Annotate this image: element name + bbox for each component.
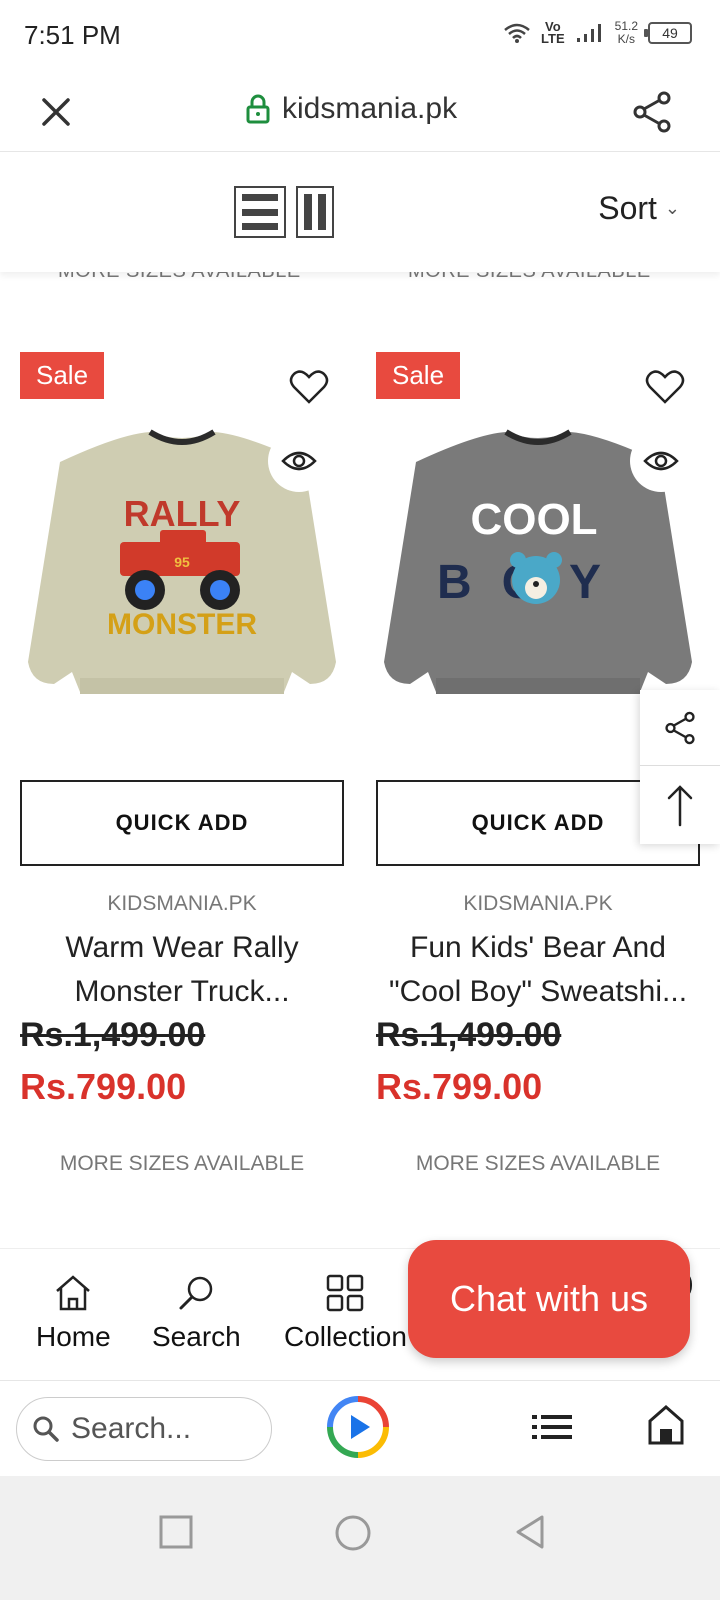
browser-search-input[interactable]: Search... bbox=[16, 1397, 272, 1461]
floating-side-widget bbox=[640, 690, 720, 844]
compare-price: Rs.1,499.00 bbox=[376, 1016, 562, 1054]
android-nav-bar bbox=[0, 1476, 720, 1600]
signal-icon bbox=[576, 24, 601, 42]
product-vendor: KIDSMANIA.PK bbox=[463, 892, 613, 915]
sale-price: Rs.799.00 bbox=[20, 1066, 187, 1107]
heart-icon[interactable] bbox=[644, 366, 686, 408]
nav-home[interactable]: Home bbox=[36, 1273, 111, 1353]
nav-collection-label: Collection bbox=[284, 1321, 407, 1352]
net-speed: 51.2 K/s bbox=[615, 20, 638, 46]
wifi-icon bbox=[504, 23, 530, 43]
back-icon[interactable] bbox=[512, 1514, 548, 1550]
url-text: kidsmania.pk bbox=[282, 92, 458, 125]
chat-with-us-button[interactable]: Chat with us bbox=[408, 1240, 690, 1358]
share-icon[interactable] bbox=[640, 690, 720, 766]
more-sizes-label: MORE SIZES AVAILABLE bbox=[415, 1152, 661, 1175]
lock-icon bbox=[246, 94, 270, 124]
home-icon[interactable] bbox=[646, 1403, 686, 1447]
play-icon[interactable] bbox=[326, 1395, 390, 1459]
collection-toolbar: Sort ⌄ bbox=[0, 152, 720, 272]
graphic-text-bottom: MONSTER bbox=[107, 608, 257, 641]
graphic-number: 95 bbox=[174, 554, 190, 570]
volte-indicator: Vo LTE bbox=[541, 20, 565, 46]
sale-price: Rs.799.00 bbox=[376, 1066, 543, 1107]
browser-url-bar: kidsmania.pk bbox=[0, 72, 720, 152]
graphic-text-top: COOL bbox=[470, 495, 597, 544]
sale-badge: Sale bbox=[376, 352, 461, 399]
compare-price: Rs.1,499.00 bbox=[20, 1016, 206, 1054]
share-icon[interactable] bbox=[628, 88, 676, 136]
heart-icon[interactable] bbox=[288, 366, 330, 408]
sort-label: Sort bbox=[598, 190, 657, 226]
volte-bottom: LTE bbox=[541, 31, 565, 46]
grid-icon bbox=[327, 1274, 364, 1312]
search-icon bbox=[179, 1276, 213, 1310]
home-circle-icon[interactable] bbox=[334, 1514, 372, 1552]
sale-badge: Sale bbox=[20, 352, 105, 399]
nav-search[interactable]: Search bbox=[152, 1273, 241, 1353]
quick-add-button[interactable]: QUICK ADD bbox=[20, 780, 344, 866]
menu-list-icon[interactable] bbox=[530, 1407, 574, 1447]
status-icons: Vo LTE 51.2 K/s 49 bbox=[503, 20, 692, 46]
grid-view-button[interactable] bbox=[296, 186, 334, 238]
battery-icon: 49 bbox=[644, 22, 692, 44]
status-bar: 7:51 PM Vo LTE 51.2 K/s 49 bbox=[0, 0, 720, 72]
nav-collection[interactable]: Collection bbox=[284, 1273, 407, 1353]
sort-dropdown[interactable]: Sort ⌄ bbox=[598, 190, 680, 227]
more-sizes-label: MORE SIZES AVAILABLE bbox=[59, 1152, 305, 1175]
arrow-up-icon[interactable] bbox=[640, 767, 720, 843]
eye-icon[interactable] bbox=[630, 430, 692, 492]
recents-icon[interactable] bbox=[158, 1514, 194, 1550]
product-grid: MORE SIZES AVAILABLE MORE SIZES AVAILABL… bbox=[0, 260, 720, 1260]
eye-icon[interactable] bbox=[268, 430, 330, 492]
product-vendor: KIDSMANIA.PK bbox=[107, 892, 257, 915]
nav-search-label: Search bbox=[152, 1321, 241, 1352]
net-speed-unit: K/s bbox=[617, 32, 635, 46]
list-view-button[interactable] bbox=[234, 186, 286, 238]
browser-search-placeholder: Search... bbox=[71, 1412, 192, 1445]
product-title[interactable]: Warm Wear Rally Monster Truck... bbox=[20, 926, 344, 1014]
browser-bottom-bar: Search... bbox=[0, 1380, 720, 1476]
url-display[interactable]: kidsmania.pk bbox=[246, 92, 457, 126]
search-icon bbox=[33, 1416, 59, 1442]
graphic-text-top: RALLY bbox=[124, 493, 241, 534]
status-time: 7:51 PM bbox=[24, 20, 121, 50]
close-icon[interactable] bbox=[34, 90, 78, 134]
nav-home-label: Home bbox=[36, 1321, 111, 1352]
product-title[interactable]: Fun Kids' Bear And "Cool Boy" Sweatshi..… bbox=[376, 926, 700, 1014]
chevron-down-icon: ⌄ bbox=[664, 198, 680, 218]
home-icon bbox=[56, 1275, 91, 1311]
